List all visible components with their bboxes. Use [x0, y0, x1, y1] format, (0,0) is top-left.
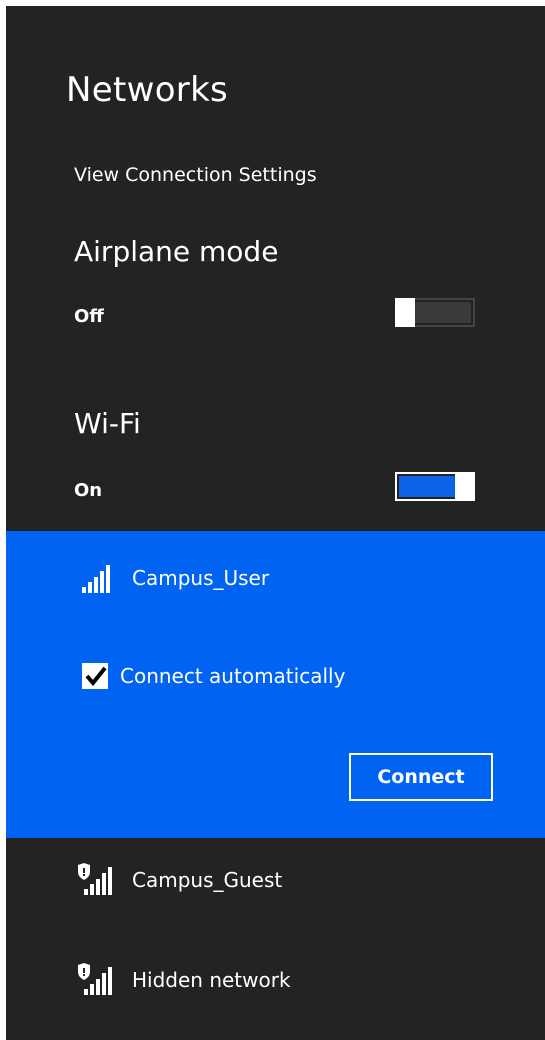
connect-automatically-checkbox[interactable]: Connect automatically	[82, 663, 345, 689]
airplane-mode-state: Off	[74, 306, 104, 327]
signal-bars-icon	[76, 560, 118, 596]
network-item-hidden[interactable]: Hidden network	[76, 962, 291, 998]
page-title: Networks	[66, 70, 229, 110]
wifi-toggle[interactable]	[395, 472, 475, 501]
network-name: Campus_User	[132, 566, 270, 590]
secured-signal-icon	[76, 962, 118, 998]
toggle-thumb	[455, 472, 475, 501]
checkbox-checked-icon	[82, 663, 108, 689]
toggle-thumb	[395, 298, 415, 327]
secured-signal-icon	[76, 862, 118, 898]
connect-button[interactable]: Connect	[349, 753, 493, 801]
wifi-title: Wi-Fi	[74, 407, 141, 440]
wifi-state: On	[74, 480, 103, 501]
network-item-campus-user[interactable]: Campus_User	[76, 560, 269, 596]
network-name: Campus_Guest	[132, 868, 283, 892]
airplane-mode-title: Airplane mode	[74, 235, 279, 268]
airplane-mode-toggle[interactable]	[395, 298, 475, 327]
toggle-track	[399, 476, 455, 497]
network-item-campus-guest[interactable]: Campus_Guest	[76, 862, 282, 898]
networks-panel: Networks View Connection Settings Airpla…	[6, 6, 545, 1040]
selected-network-panel[interactable]: Campus_User Connect automatically Connec…	[6, 531, 545, 838]
view-connection-settings-link[interactable]: View Connection Settings	[74, 164, 317, 186]
network-name: Hidden network	[132, 968, 291, 992]
connect-automatically-label: Connect automatically	[120, 664, 346, 688]
